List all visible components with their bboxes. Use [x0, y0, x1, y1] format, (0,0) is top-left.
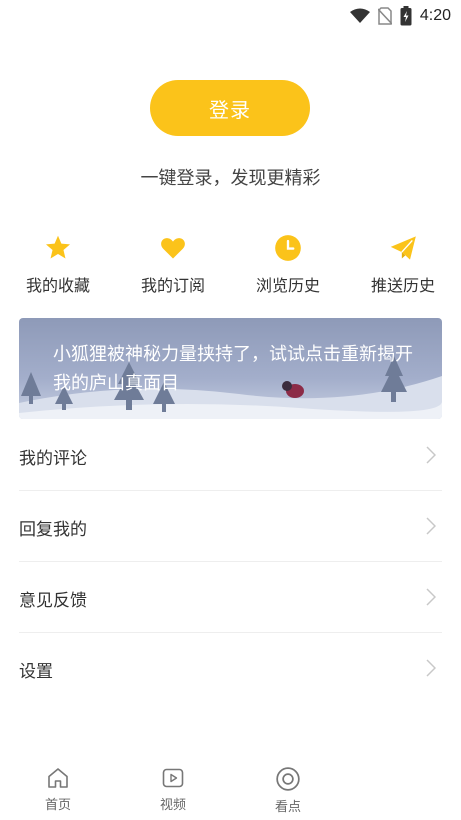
tab-video[interactable]: 视频 — [143, 766, 203, 813]
status-bar: 4:20 — [0, 0, 461, 32]
menu-item-label: 设置 — [19, 662, 53, 682]
home-icon — [48, 768, 68, 788]
tab-label: 首页 — [44, 798, 71, 813]
heart-icon — [161, 238, 185, 259]
banner-text: 小狐狸被神秘力量挟持了，试试点击重新揭开我的庐山真面目 — [53, 344, 413, 394]
favorites-label: 我的收藏 — [25, 276, 90, 295]
tab-label: 看点 — [274, 800, 301, 815]
tab-home[interactable]: 首页 — [28, 766, 88, 813]
menu-item-feedback[interactable]: 意见反馈 — [19, 562, 442, 633]
chevron-right-icon — [426, 588, 436, 606]
no-sim-icon — [377, 7, 392, 25]
history-button[interactable]: 浏览历史 — [233, 234, 343, 296]
target-icon — [276, 767, 300, 791]
login-tagline: 一键登录，发现更精彩 — [140, 168, 321, 189]
settings-menu: 我的评论 回复我的 意见反馈 设置 — [19, 420, 442, 703]
menu-item-settings[interactable]: 设置 — [19, 633, 442, 703]
chevron-right-icon — [426, 446, 436, 464]
battery-charging-icon — [400, 6, 412, 26]
chevron-right-icon — [426, 659, 436, 677]
tab-label: 视频 — [159, 798, 186, 813]
quick-actions: 我的收藏 我的订阅 浏览历史 推送历史 — [0, 234, 461, 304]
subscriptions-label: 我的订阅 — [140, 276, 205, 295]
promo-banner[interactable]: 小狐狸被神秘力量挟持了，试试点击重新揭开我的庐山真面目 — [19, 318, 442, 419]
star-icon — [45, 235, 71, 259]
menu-item-label: 意见反馈 — [19, 591, 87, 611]
history-label: 浏览历史 — [255, 276, 320, 295]
login-button[interactable]: 登录 — [150, 80, 310, 136]
tab-highlights[interactable]: 看点 — [258, 766, 318, 815]
status-time: 4:20 — [419, 7, 451, 24]
paper-plane-icon — [390, 236, 416, 260]
menu-item-label: 回复我的 — [19, 520, 87, 540]
subscriptions-button[interactable]: 我的订阅 — [118, 234, 228, 296]
favorites-button[interactable]: 我的收藏 — [3, 234, 113, 296]
push-history-label: 推送历史 — [370, 276, 435, 295]
menu-item-replies[interactable]: 回复我的 — [19, 491, 442, 562]
wifi-icon — [349, 8, 370, 23]
push-history-button[interactable]: 推送历史 — [348, 234, 458, 296]
clock-icon — [275, 235, 301, 261]
menu-item-label: 我的评论 — [19, 449, 87, 469]
status-icons: 4:20 — [349, 6, 451, 26]
menu-item-comments[interactable]: 我的评论 — [19, 420, 442, 491]
bottom-tab-bar: 首页 视频 看点 — [0, 760, 461, 820]
chevron-right-icon — [426, 517, 436, 535]
video-icon — [162, 768, 184, 788]
